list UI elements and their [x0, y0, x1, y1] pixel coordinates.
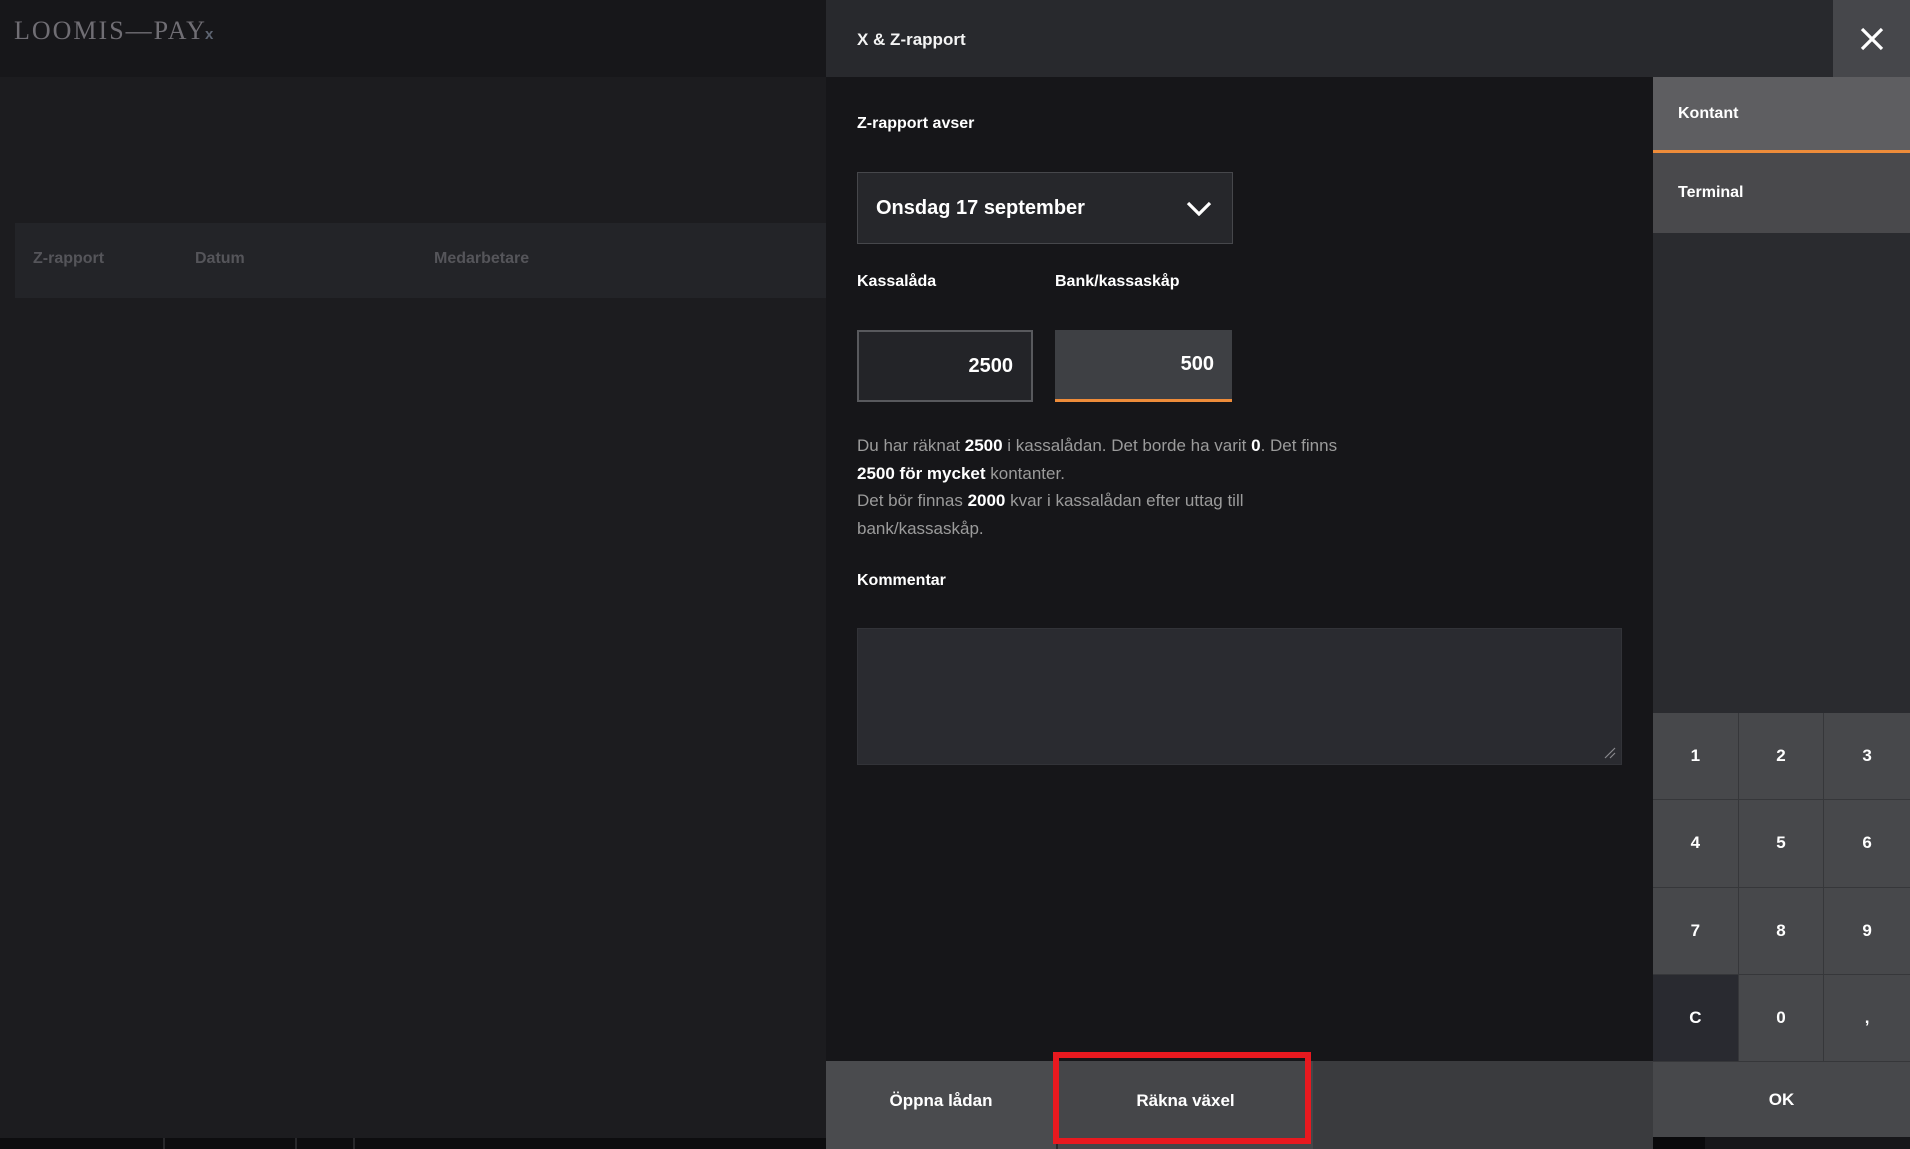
loomis-pay-logo: LOOMIS—PAY	[14, 16, 207, 46]
tab-kontant[interactable]: Kontant	[1653, 77, 1910, 153]
ok-button[interactable]: OK	[1653, 1062, 1910, 1137]
chevron-down-icon	[1186, 201, 1212, 216]
bank-safe-amount-input[interactable]: 500	[1055, 330, 1232, 402]
comment-label: Kommentar	[857, 572, 946, 590]
count-message-line: Det bör finnas 2000 kvar i kassalådan ef…	[857, 487, 1437, 515]
drawer-amount-input[interactable]: 2500	[857, 330, 1033, 402]
keypad-key-0[interactable]: 0	[1739, 975, 1825, 1062]
date-dropdown[interactable]: Onsdag 17 september	[857, 172, 1233, 244]
keypad-key-6[interactable]: 6	[1824, 800, 1910, 887]
date-dropdown-value: Onsdag 17 september	[876, 197, 1085, 220]
keypad-key-comma[interactable]: ,	[1824, 975, 1910, 1062]
count-message-line: bank/kassaskåp.	[857, 515, 1437, 543]
footer-filler	[1313, 1061, 1653, 1149]
column-header-z-rapport: Z-rapport	[33, 250, 104, 268]
date-label: Z-rapport avser	[857, 115, 974, 133]
keypad-key-8[interactable]: 8	[1739, 888, 1825, 975]
count-message: Du har räknat 2500 i kassalådan. Det bor…	[857, 432, 1437, 542]
bank-safe-label: Bank/kassaskåp	[1055, 273, 1180, 291]
tab-x[interactable]: x	[205, 26, 213, 43]
comment-textarea[interactable]	[857, 628, 1622, 765]
keypad-key-4[interactable]: 4	[1653, 800, 1739, 887]
keypad-key-2[interactable]: 2	[1739, 713, 1825, 800]
numeric-keypad: 123456789C0,	[1653, 713, 1910, 1062]
keypad-key-c[interactable]: C	[1653, 975, 1739, 1062]
toolbar-divider	[295, 1138, 297, 1149]
sidebar-bottom-strip	[1653, 1137, 1910, 1149]
tab-terminal[interactable]: Terminal	[1653, 153, 1910, 233]
modal-footer: Öppna lådan Räkna växel	[826, 1061, 1653, 1149]
modal-body: Z-rapport avser Onsdag 17 september Kass…	[826, 77, 1653, 1061]
keypad-key-5[interactable]: 5	[1739, 800, 1825, 887]
sidebar-bottom-segment	[1653, 1137, 1705, 1149]
toolbar-divider	[163, 1138, 165, 1149]
toolbar-divider	[353, 1138, 355, 1149]
modal-title: X & Z-rapport	[857, 30, 966, 50]
keypad-key-1[interactable]: 1	[1653, 713, 1739, 800]
pos-screen: LOOMIS—PAY x Z-rapport Datum Medarbetare X…	[0, 0, 1910, 1149]
close-button[interactable]	[1833, 0, 1910, 77]
bottom-toolbar	[0, 1138, 826, 1149]
open-drawer-button[interactable]: Öppna lådan	[826, 1061, 1056, 1149]
count-change-button[interactable]: Räkna växel	[1056, 1061, 1313, 1149]
count-message-line: 2500 för mycket kontanter.	[857, 460, 1437, 488]
close-icon	[1857, 24, 1887, 54]
report-list-header: Z-rapport Datum Medarbetare	[15, 223, 826, 298]
keypad-key-9[interactable]: 9	[1824, 888, 1910, 975]
keypad-key-7[interactable]: 7	[1653, 888, 1739, 975]
keypad-key-3[interactable]: 3	[1824, 713, 1910, 800]
resize-handle-icon[interactable]	[1602, 745, 1616, 759]
payment-sidebar: Kontant Terminal 123456789C0, OK	[1653, 0, 1910, 1149]
column-header-datum: Datum	[195, 250, 245, 268]
drawer-label: Kassalåda	[857, 273, 936, 291]
count-message-line: Du har räknat 2500 i kassalådan. Det bor…	[857, 432, 1437, 460]
column-header-medarbetare: Medarbetare	[434, 250, 529, 268]
modal-header: X & Z-rapport	[826, 0, 1833, 77]
